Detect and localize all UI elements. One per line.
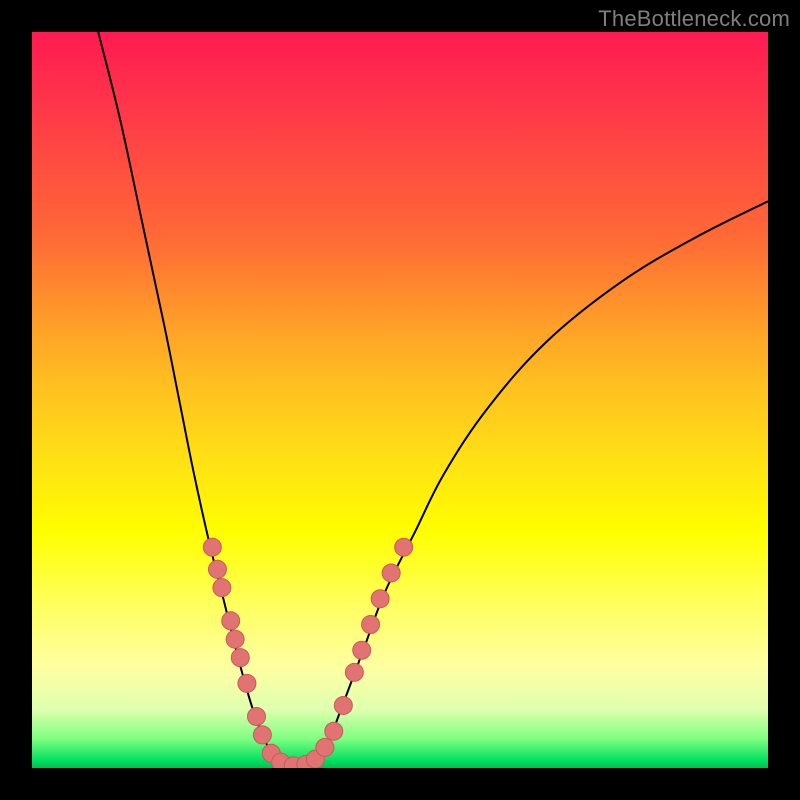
data-marker bbox=[226, 630, 244, 648]
marker-group bbox=[203, 538, 412, 768]
data-marker bbox=[238, 674, 256, 692]
data-marker bbox=[334, 696, 352, 714]
data-marker bbox=[222, 612, 240, 630]
data-marker bbox=[345, 663, 363, 681]
data-marker bbox=[362, 615, 380, 633]
plot-area bbox=[32, 32, 768, 768]
data-marker bbox=[371, 590, 389, 608]
data-marker bbox=[353, 641, 371, 659]
curve-right-branch bbox=[297, 201, 768, 768]
data-marker bbox=[247, 707, 265, 725]
data-marker bbox=[203, 538, 221, 556]
data-marker bbox=[316, 738, 334, 756]
data-marker bbox=[325, 722, 343, 740]
data-marker bbox=[208, 560, 226, 578]
data-marker bbox=[382, 564, 400, 582]
curve-left-branch bbox=[98, 32, 297, 768]
data-marker bbox=[213, 579, 231, 597]
watermark-label: TheBottleneck.com bbox=[598, 6, 790, 32]
chart-frame: TheBottleneck.com bbox=[0, 0, 800, 800]
data-marker bbox=[395, 538, 413, 556]
curve-layer bbox=[32, 32, 768, 768]
data-marker bbox=[253, 726, 271, 744]
data-marker bbox=[231, 649, 249, 667]
